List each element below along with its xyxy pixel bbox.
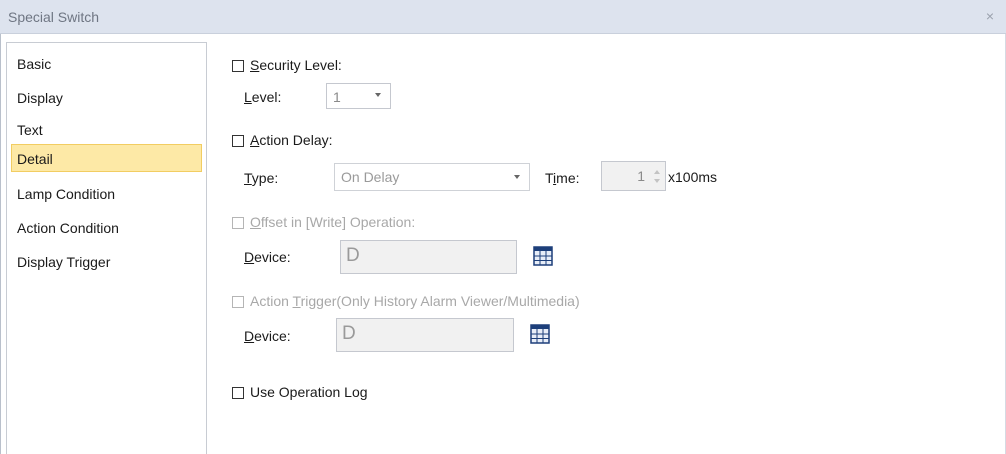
time-unit-label: x100ms xyxy=(668,169,718,185)
delay-time-value: 1 xyxy=(637,168,645,184)
sidebar-item-text[interactable]: Text xyxy=(11,115,202,143)
trigger-device-label: Device: xyxy=(244,328,291,344)
trigger-device-value: D xyxy=(342,323,356,344)
level-select[interactable]: 1 xyxy=(326,83,391,109)
offset-device-label: Device: xyxy=(244,249,291,265)
offset-write-checkbox[interactable] xyxy=(232,217,244,229)
action-trigger-label: Action Trigger(Only History Alarm Viewer… xyxy=(250,293,580,309)
sidebar-item-action-condition[interactable]: Action Condition xyxy=(11,213,202,241)
offset-device-field[interactable]: D xyxy=(340,240,517,274)
chevron-down-icon xyxy=(514,175,520,179)
sidebar-item-lamp-condition[interactable]: Lamp Condition xyxy=(11,179,202,207)
use-operation-log-label: Use Operation Log xyxy=(250,384,368,400)
window-title: Special Switch xyxy=(8,9,100,25)
action-delay-label: Action Delay: xyxy=(250,132,333,148)
delay-time-stepper[interactable]: 1 xyxy=(601,161,666,191)
type-label: Type: xyxy=(244,170,279,186)
table-icon[interactable] xyxy=(530,324,550,344)
delay-type-select[interactable]: On Delay xyxy=(334,163,530,191)
level-label: Level: xyxy=(244,89,282,105)
delay-type-value: On Delay xyxy=(341,169,400,185)
offset-write-label: Offset in [Write] Operation: xyxy=(250,214,416,230)
sidebar-item-detail[interactable]: Detail xyxy=(11,144,202,172)
security-level-checkbox[interactable] xyxy=(232,60,244,72)
security-level-label: Security Level: xyxy=(250,57,342,73)
spin-down-icon[interactable] xyxy=(654,179,660,183)
close-icon[interactable]: × xyxy=(986,8,994,24)
offset-device-value: D xyxy=(346,245,360,266)
level-value: 1 xyxy=(333,89,341,105)
trigger-device-field[interactable]: D xyxy=(336,318,514,352)
category-list: Basic Display Text Detail Lamp Condition… xyxy=(6,42,207,454)
sidebar-item-display-trigger[interactable]: Display Trigger xyxy=(11,247,202,275)
action-trigger-checkbox[interactable] xyxy=(232,296,244,308)
sidebar-item-basic[interactable]: Basic xyxy=(11,49,202,77)
time-label: Time: xyxy=(545,170,580,186)
sidebar-item-display[interactable]: Display xyxy=(11,83,202,111)
action-delay-checkbox[interactable] xyxy=(232,135,244,147)
chevron-down-icon xyxy=(375,93,381,97)
spin-up-icon[interactable] xyxy=(654,170,660,174)
use-operation-log-checkbox[interactable] xyxy=(232,387,244,399)
title-bar: Special Switch × xyxy=(0,0,1006,34)
table-icon[interactable] xyxy=(533,246,553,266)
